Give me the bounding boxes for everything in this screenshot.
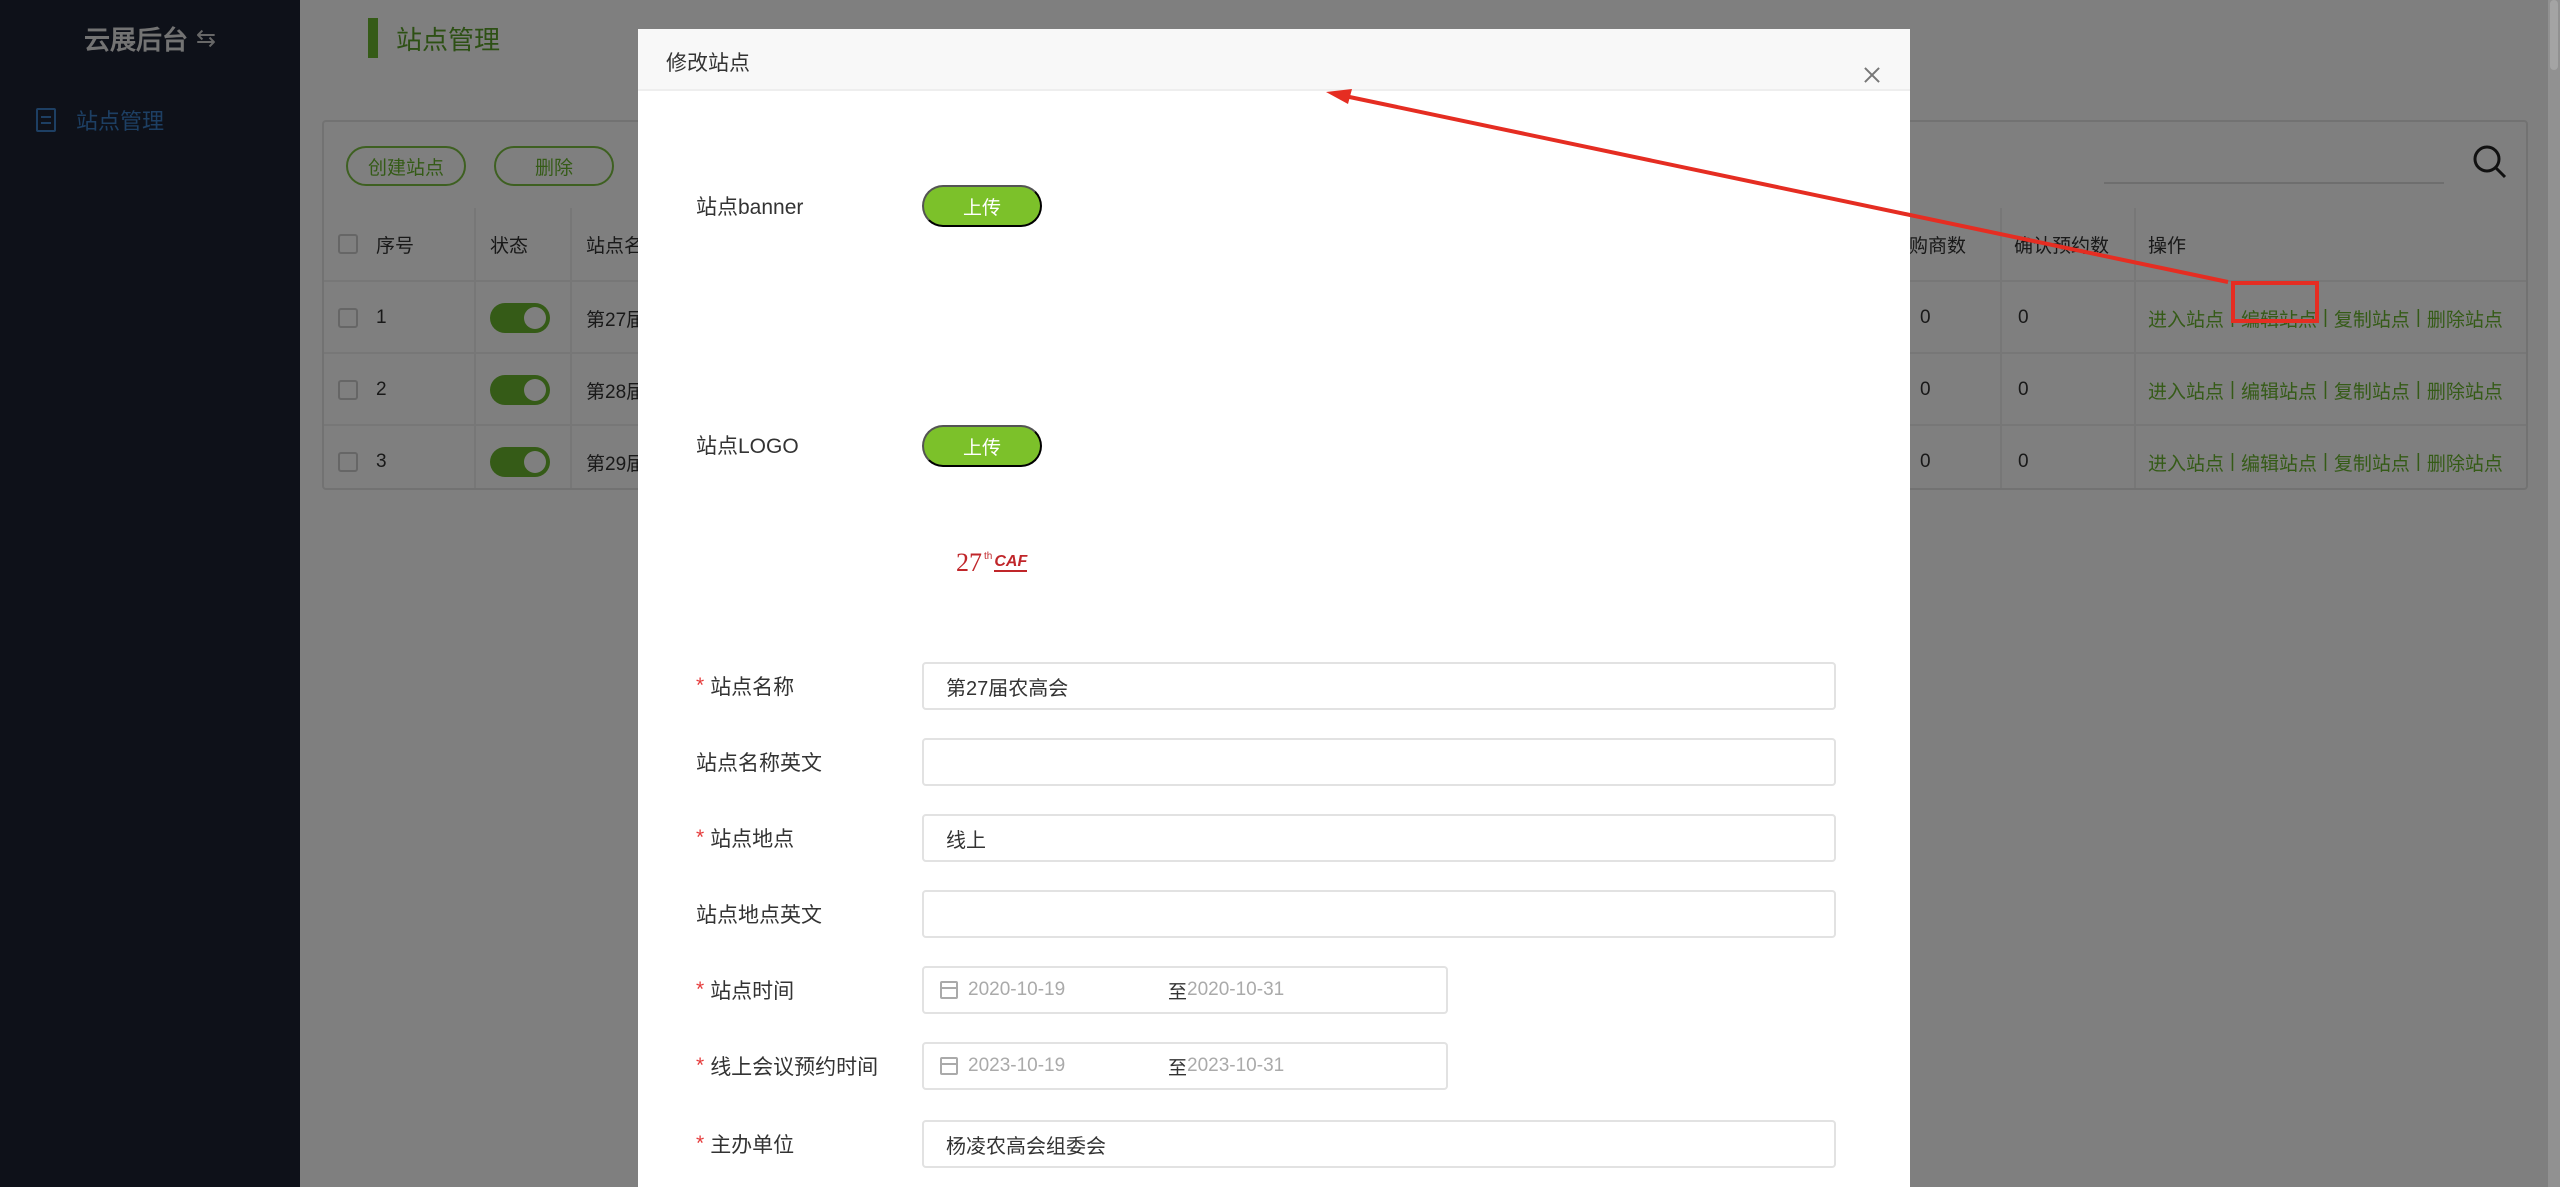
location-en-input[interactable] xyxy=(922,890,1836,938)
location-label: * 站点地点 xyxy=(696,814,794,862)
logo-mark: CAF xyxy=(994,553,1028,572)
meeting-time-end[interactable]: 2023-10-31 xyxy=(1187,1055,1284,1077)
location-input[interactable]: 线上 xyxy=(922,814,1836,862)
logo-number: 27 xyxy=(956,548,982,577)
host-label: * 主办单位 xyxy=(696,1120,794,1168)
site-name-input[interactable]: 第27届农高会 xyxy=(922,662,1836,710)
annotation-highlight-box xyxy=(2231,281,2319,323)
logo-label: 站点LOGO xyxy=(696,435,799,458)
date-range-separator: 至 xyxy=(1168,981,1188,1003)
edit-site-modal: 修改站点 站点banner 上传 站点LOGO 上传 27 th CAF * 站点… xyxy=(638,29,1910,1187)
required-mark: * xyxy=(696,826,705,849)
date-range-separator: 至 xyxy=(1168,1057,1188,1079)
site-name-en-label: 站点名称英文 xyxy=(696,752,822,775)
banner-upload-button[interactable]: 上传 xyxy=(922,185,1042,227)
required-mark: * xyxy=(696,978,705,1001)
required-mark: * xyxy=(696,1132,705,1155)
scrollbar-thumb[interactable] xyxy=(2550,0,2558,70)
modal-header: 修改站点 xyxy=(638,29,1910,91)
calendar-icon xyxy=(940,1057,958,1075)
required-mark: * xyxy=(696,1054,705,1077)
site-time-label: * 站点时间 xyxy=(696,966,794,1014)
site-name-label: * 站点名称 xyxy=(696,662,794,710)
site-time-label-text: 站点时间 xyxy=(710,980,795,1003)
banner-label: 站点banner xyxy=(696,196,804,219)
host-input[interactable]: 杨凌农高会组委会 xyxy=(922,1120,1836,1168)
required-mark: * xyxy=(696,674,705,697)
calendar-icon xyxy=(940,981,958,999)
modal-title: 修改站点 xyxy=(666,52,750,75)
meeting-time-label: * 线上会议预约时间 xyxy=(696,1042,878,1090)
site-time-start[interactable]: 2020-10-19 xyxy=(968,979,1168,1001)
site-logo-image: 27 th CAF xyxy=(956,543,1036,583)
site-time-end[interactable]: 2020-10-31 xyxy=(1187,979,1284,1001)
close-icon[interactable] xyxy=(1858,61,1886,89)
location-en-label: 站点地点英文 xyxy=(696,904,822,927)
site-name-label-text: 站点名称 xyxy=(710,676,795,699)
page-scrollbar[interactable] xyxy=(2548,0,2560,1187)
logo-superscript: th xyxy=(984,551,993,562)
meeting-time-label-text: 线上会议预约时间 xyxy=(710,1056,879,1079)
meeting-time-start[interactable]: 2023-10-19 xyxy=(968,1055,1168,1077)
logo-upload-button[interactable]: 上传 xyxy=(922,425,1042,467)
meeting-time-range-picker[interactable]: 2023-10-19 至 2023-10-31 xyxy=(922,1042,1448,1090)
host-label-text: 主办单位 xyxy=(710,1134,795,1157)
site-name-en-input[interactable] xyxy=(922,738,1836,786)
location-label-text: 站点地点 xyxy=(710,828,795,851)
site-time-range-picker[interactable]: 2020-10-19 至 2020-10-31 xyxy=(922,966,1448,1014)
